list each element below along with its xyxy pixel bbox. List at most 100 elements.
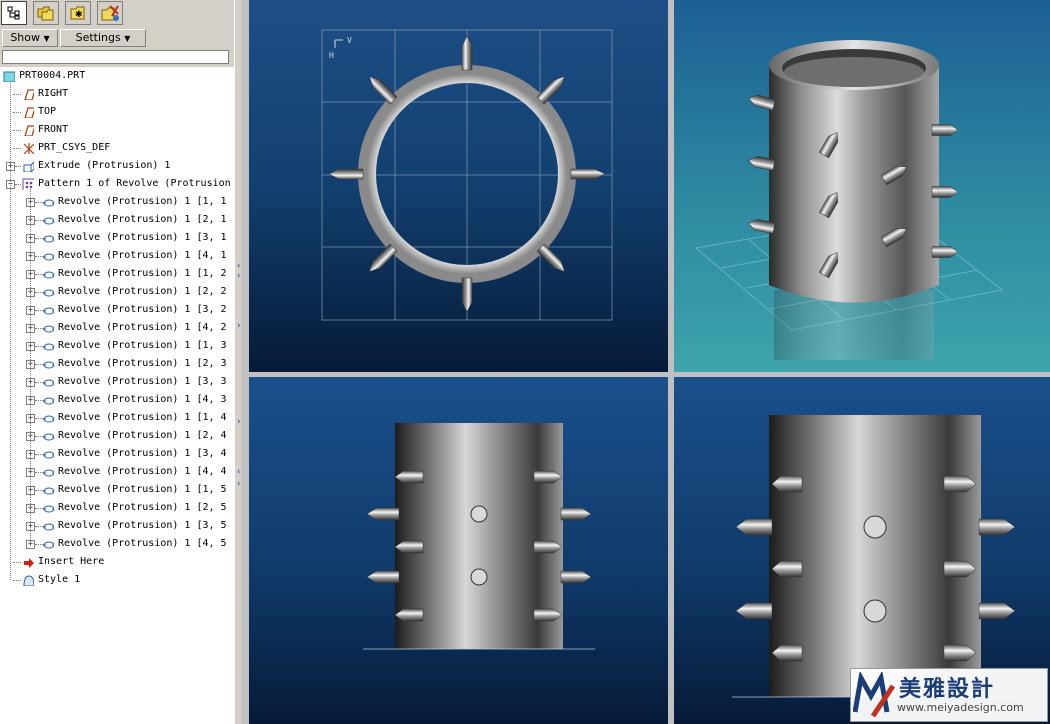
show-menu-label: Show xyxy=(10,31,41,44)
tree-item-revolve-label: Revolve (Protrusion) 1 [4, 4 xyxy=(58,466,227,477)
tree-item-datum-front-label: FRONT xyxy=(38,124,69,135)
revolve-icon xyxy=(43,541,54,549)
tree-item-csys-label: PRT_CSYS_DEF xyxy=(38,142,111,153)
tree-item-revolve-label: Revolve (Protrusion) 1 [4, 3 xyxy=(58,394,227,405)
tree-item-pattern[interactable]: − Pattern 1 of Revolve (Protrusion xyxy=(0,175,234,193)
tab-connections[interactable] xyxy=(97,1,123,25)
tree-item-revolve[interactable]: + Revolve (Protrusion) 1 [4, 3 xyxy=(0,391,234,409)
pin xyxy=(366,507,400,521)
tab-folder-browser[interactable] xyxy=(33,1,59,25)
viewport-top-view[interactable]: H V xyxy=(249,0,668,372)
watermark-logo: 美雅設計 www.meiyadesign.com xyxy=(850,668,1048,722)
tree-item-revolve-label: Revolve (Protrusion) 1 [3, 2 xyxy=(58,304,227,315)
collapse-left-icon[interactable]: ‹ xyxy=(236,272,241,281)
pin xyxy=(461,277,473,313)
tree-item-revolve[interactable]: + Revolve (Protrusion) 1 [3, 1 xyxy=(0,229,234,247)
tree-item-revolve-label: Revolve (Protrusion) 1 [4, 1 xyxy=(58,250,227,261)
tree-item-revolve-label: Revolve (Protrusion) 1 [1, 1 xyxy=(58,196,227,207)
expand-right-icon[interactable]: › xyxy=(236,322,241,331)
cylinder-body xyxy=(769,40,939,303)
connections-icon xyxy=(101,5,119,21)
tree-item-revolve-label: Revolve (Protrusion) 1 [1, 3 xyxy=(58,340,227,351)
tree-item-revolve[interactable]: + Revolve (Protrusion) 1 [1, 3 xyxy=(0,337,234,355)
collapse-left-icon[interactable]: ‹ xyxy=(236,262,241,271)
extrude-icon xyxy=(23,161,34,172)
datum-plane-icon xyxy=(24,107,34,118)
pin xyxy=(978,602,1016,620)
tree-item-revolve[interactable]: + Revolve (Protrusion) 1 [4, 4 xyxy=(0,463,234,481)
tree-item-revolve[interactable]: + Revolve (Protrusion) 1 [1, 5 xyxy=(0,481,234,499)
iso-view-graphics xyxy=(695,40,1003,360)
tab-favorites[interactable]: ✱ xyxy=(65,1,91,25)
pin-end xyxy=(863,515,887,539)
pin xyxy=(366,570,400,584)
tree-item-style[interactable]: Style 1 xyxy=(0,571,234,589)
settings-menu-button[interactable]: Settings ▼ xyxy=(60,29,146,47)
tree-item-revolve[interactable]: + Revolve (Protrusion) 1 [4, 2 xyxy=(0,319,234,337)
tree-filter-field[interactable] xyxy=(2,50,229,64)
axis-triad-icon xyxy=(334,39,343,48)
tree-item-datum-top-label: TOP xyxy=(38,106,57,117)
tree-item-revolve[interactable]: + Revolve (Protrusion) 1 [3, 4 xyxy=(0,445,234,463)
tree-root[interactable]: PRT0004.PRT xyxy=(0,67,234,85)
revolve-icon xyxy=(43,235,54,243)
expand-right-icon[interactable]: › xyxy=(236,418,241,427)
panel-splitter[interactable]: ‹ ‹ › › ‹ ‹ xyxy=(234,0,241,724)
tree-item-pattern-label: Pattern 1 of Revolve (Protrusion xyxy=(38,178,231,189)
watermark-name: 美雅設計 xyxy=(899,677,996,702)
revolve-icon xyxy=(43,361,54,369)
revolve-icon xyxy=(43,199,54,207)
tree-item-revolve[interactable]: + Revolve (Protrusion) 1 [1, 2 xyxy=(0,265,234,283)
pin xyxy=(369,243,398,272)
tree-item-revolve[interactable]: + Revolve (Protrusion) 1 [1, 1 xyxy=(0,193,234,211)
pin-end xyxy=(470,505,488,523)
tree-connector xyxy=(13,130,21,131)
tree-item-revolve[interactable]: + Revolve (Protrusion) 1 [2, 4 xyxy=(0,427,234,445)
tree-item-revolve[interactable]: + Revolve (Protrusion) 1 [2, 2 xyxy=(0,283,234,301)
pin xyxy=(735,518,773,536)
tree-item-datum-front[interactable]: FRONT xyxy=(0,121,234,139)
favorites-folder-icon: ✱ xyxy=(70,6,85,20)
pin xyxy=(328,168,364,180)
viewport-front-view[interactable] xyxy=(249,377,668,724)
tree-item-revolve[interactable]: + Revolve (Protrusion) 1 [3, 2 xyxy=(0,301,234,319)
tree-item-revolve[interactable]: + Revolve (Protrusion) 1 [4, 5 xyxy=(0,535,234,553)
tree-item-revolve[interactable]: + Revolve (Protrusion) 1 [2, 1 xyxy=(0,211,234,229)
revolve-icon xyxy=(43,253,54,261)
datum-plane-icon xyxy=(24,89,34,100)
tree-item-revolve-label: Revolve (Protrusion) 1 [2, 3 xyxy=(58,358,227,369)
tree-connector xyxy=(30,189,31,544)
viewport-isometric-view[interactable] xyxy=(674,0,1050,372)
tree-item-revolve[interactable]: + Revolve (Protrusion) 1 [2, 3 xyxy=(0,355,234,373)
tree-item-extrude[interactable]: + Extrude (Protrusion) 1 xyxy=(0,157,234,175)
tree-connector xyxy=(10,81,11,580)
tree-item-revolve[interactable]: + Revolve (Protrusion) 1 [3, 3 xyxy=(0,373,234,391)
pin xyxy=(369,76,398,105)
collapse-left-icon[interactable]: ‹ xyxy=(236,468,241,477)
revolve-icon xyxy=(43,397,54,405)
show-menu-button[interactable]: Show ▼ xyxy=(2,29,58,47)
coordinate-system-icon xyxy=(23,143,34,154)
tree-item-insert-here[interactable]: Insert Here xyxy=(0,553,234,571)
tree-item-revolve-label: Revolve (Protrusion) 1 [3, 1 xyxy=(58,232,227,243)
pattern-icon xyxy=(22,178,34,190)
revolve-icon xyxy=(43,307,54,315)
tree-item-revolve[interactable]: + Revolve (Protrusion) 1 [4, 1 xyxy=(0,247,234,265)
collapse-left-icon[interactable]: ‹ xyxy=(236,480,241,489)
model-tree: PRT0004.PRT RIGHT TOP FRONT PRT_CSYS_DEF + Ext… xyxy=(0,67,234,724)
tree-item-revolve[interactable]: + Revolve (Protrusion) 1 [2, 5 xyxy=(0,499,234,517)
tree-item-csys[interactable]: PRT_CSYS_DEF xyxy=(0,139,234,157)
revolve-icon xyxy=(43,487,54,495)
tree-item-revolve-label: Revolve (Protrusion) 1 [2, 2 xyxy=(58,286,227,297)
tree-item-datum-right[interactable]: RIGHT xyxy=(0,85,234,103)
tree-item-datum-top[interactable]: TOP xyxy=(0,103,234,121)
tree-item-revolve-label: Revolve (Protrusion) 1 [2, 4 xyxy=(58,430,227,441)
tree-item-revolve-label: Revolve (Protrusion) 1 [3, 4 xyxy=(58,448,227,459)
tree-item-revolve[interactable]: + Revolve (Protrusion) 1 [1, 4 xyxy=(0,409,234,427)
chevron-down-icon: ▼ xyxy=(124,34,131,43)
pin xyxy=(735,602,773,620)
tab-model-tree[interactable] xyxy=(1,1,27,25)
tree-item-revolve-label: Revolve (Protrusion) 1 [4, 2 xyxy=(58,322,227,333)
pin xyxy=(536,76,565,105)
tree-item-revolve[interactable]: + Revolve (Protrusion) 1 [3, 5 xyxy=(0,517,234,535)
